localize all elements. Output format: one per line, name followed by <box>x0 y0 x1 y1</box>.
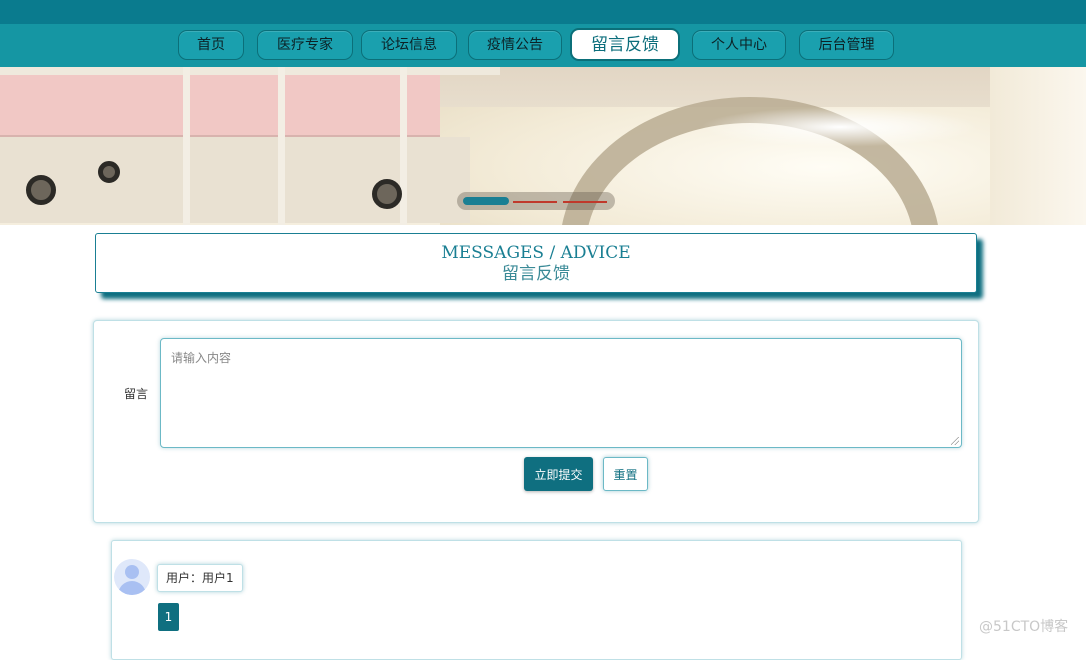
nav-item-experts[interactable]: 医疗专家 <box>257 30 353 60</box>
reset-button[interactable]: 重置 <box>603 457 648 491</box>
resize-grip-icon[interactable] <box>951 437 959 445</box>
section-title-card: MESSAGES / ADVICE 留言反馈 <box>95 233 977 293</box>
section-title-cn: 留言反馈 <box>502 264 570 284</box>
message-list: 用户：用户1 1 <box>111 540 962 660</box>
nav-item-announcements[interactable]: 疫情公告 <box>468 30 562 60</box>
watermark: @51CTO博客 <box>979 619 1069 635</box>
message-username: 用户：用户1 <box>157 564 243 592</box>
nav-item-home[interactable]: 首页 <box>178 30 244 60</box>
message-label: 留言 <box>124 387 149 401</box>
nav-item-forum[interactable]: 论坛信息 <box>361 30 457 60</box>
message-textarea[interactable]: 请输入内容 <box>160 338 962 448</box>
carousel-dot[interactable] <box>513 201 557 203</box>
nav-item-admin[interactable]: 后台管理 <box>799 30 894 60</box>
message-form: 留言 请输入内容 立即提交 重置 <box>93 320 979 523</box>
nav-item-feedback[interactable]: 留言反馈 <box>570 28 680 61</box>
section-title-en: MESSAGES / ADVICE <box>441 243 631 263</box>
main-nav: 首页 医疗专家 论坛信息 疫情公告 留言反馈 个人中心 后台管理 <box>0 24 1086 67</box>
carousel-dot[interactable] <box>563 201 607 203</box>
avatar <box>114 559 150 595</box>
carousel-dot-active[interactable] <box>463 197 509 205</box>
submit-button[interactable]: 立即提交 <box>524 457 593 491</box>
top-strip <box>0 0 1086 24</box>
message-placeholder: 请输入内容 <box>171 351 232 365</box>
pagination-page-button[interactable]: 1 <box>158 603 179 631</box>
nav-item-profile[interactable]: 个人中心 <box>692 30 786 60</box>
